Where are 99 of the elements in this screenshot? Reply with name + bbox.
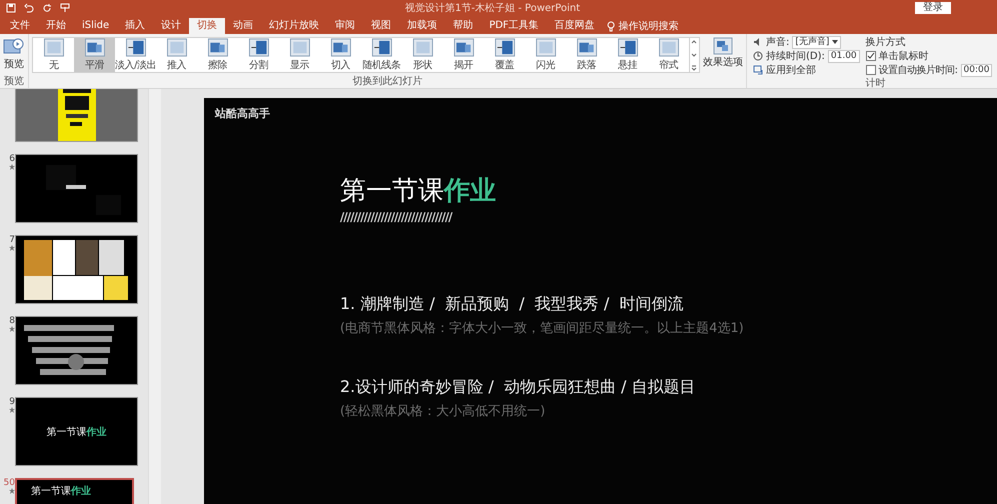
assignment-topic: 2.设计师的奇妙冒险 / 动物乐园狂想曲 / 自拟题目: [340, 377, 696, 398]
transition-icon: [84, 38, 106, 57]
redo-icon[interactable]: [42, 3, 52, 13]
transition-icon: [166, 38, 188, 57]
scrollbar[interactable]: [148, 89, 161, 504]
scroll-down-icon[interactable]: [690, 51, 698, 59]
transition-icon: [658, 38, 680, 57]
checkbox-label: 单击鼠标时: [878, 50, 929, 63]
ribbon-tab[interactable]: 文件: [2, 18, 38, 34]
clock-icon: [753, 51, 763, 61]
transition-option[interactable]: 无: [33, 38, 74, 72]
transition-icon: [124, 38, 146, 57]
ribbon-tab[interactable]: 幻灯片放映: [261, 18, 328, 34]
time-field[interactable]: 00:00: [960, 64, 992, 76]
ribbon-tab[interactable]: iSlide: [74, 18, 118, 34]
login-button[interactable]: 登录: [915, 2, 951, 14]
transition-icon: [534, 38, 556, 57]
transition-option[interactable]: 揭开: [443, 38, 484, 72]
star-icon: [9, 407, 15, 413]
slash-rule: /////////////////////////////////: [340, 210, 454, 224]
transition-icon: [370, 38, 392, 57]
star-icon: [9, 326, 15, 332]
ribbon-tab[interactable]: 帮助: [445, 18, 482, 34]
transition-icon: [616, 38, 638, 57]
slide-title: 第一节课作业: [46, 426, 106, 438]
save-icon[interactable]: [6, 3, 16, 13]
star-icon: [9, 488, 15, 494]
transition-option[interactable]: 分割: [238, 38, 279, 72]
ribbon-tab[interactable]: 开始: [38, 18, 74, 34]
transition-option[interactable]: 覆盖: [484, 38, 525, 72]
transition-option[interactable]: 随机线条: [361, 38, 402, 72]
ribbon-tab[interactable]: 动画: [225, 18, 262, 34]
transition-option[interactable]: 帘式: [648, 38, 689, 72]
brand-label: 站酷高高手: [215, 106, 271, 121]
ribbon-tab[interactable]: 百度网盘: [546, 18, 603, 34]
checkbox[interactable]: [866, 51, 876, 61]
group-label: 切换到此幻灯片: [352, 76, 424, 88]
star-icon: [9, 245, 15, 251]
ribbon-tab[interactable]: 切换: [189, 18, 226, 34]
ribbon-tab[interactable]: 视图: [363, 18, 400, 34]
star-icon: [9, 164, 15, 170]
slide-title: 第一节课作业: [31, 484, 91, 498]
slide-number: 9: [9, 397, 15, 407]
slide-thumbnail[interactable]: 第一节课作业: [15, 478, 134, 504]
transition-icon: [330, 38, 352, 57]
transition-icon: [412, 38, 434, 57]
transition-icon: [42, 38, 64, 57]
transition-option[interactable]: 平滑: [74, 38, 115, 72]
ribbon-tab[interactable]: 审阅: [327, 18, 364, 34]
touch-mode-icon[interactable]: [60, 3, 70, 13]
window-title: 视觉设计第1节-木松子姐 - PowerPoint: [404, 2, 581, 15]
effect-options-button[interactable]: 效果选项: [700, 37, 746, 69]
sound-dropdown[interactable]: [无声音]: [792, 36, 842, 48]
duration-field[interactable]: 01.00: [828, 50, 860, 62]
slide-title: 第一节课作业: [340, 175, 497, 208]
transition-option[interactable]: 悬挂: [607, 38, 648, 72]
transition-icon: [248, 38, 270, 57]
transition-option[interactable]: 形状: [402, 38, 443, 72]
transition-option[interactable]: 跌落: [566, 38, 607, 72]
scroll-up-icon[interactable]: [690, 38, 698, 46]
transition-option[interactable]: 推入: [156, 38, 197, 72]
group-label: 预览: [3, 76, 25, 88]
apply-all-icon: [753, 65, 763, 75]
slide-thumbnail[interactable]: 第一节课作业: [15, 397, 138, 466]
advance-heading: 换片方式: [866, 36, 907, 48]
transition-icon: [288, 38, 310, 57]
transition-icon: [494, 38, 516, 57]
more-icon[interactable]: [690, 64, 698, 72]
assignment-note: (电商节黑体风格：字体大小一致，笔画间距尽量统一。以上主题4选1): [340, 320, 745, 337]
transition-icon: [206, 38, 228, 57]
apply-to-all-button[interactable]: 应用到全部: [753, 64, 860, 76]
ribbon-tab[interactable]: PDF工具集: [481, 18, 547, 34]
assignment-topic: 1. 潮牌制造 / 新品预购 / 我型我秀 / 时间倒流: [340, 294, 684, 315]
checkbox[interactable]: [866, 65, 876, 75]
undo-icon[interactable]: [24, 3, 34, 13]
ribbon-tab[interactable]: 插入: [117, 18, 154, 34]
slide-number: 8: [9, 316, 15, 326]
checkbox-label: 设置自动换片时间:: [878, 64, 958, 77]
transition-icon: [452, 38, 474, 57]
transition-icon: [576, 38, 598, 57]
transition-option[interactable]: 闪光: [525, 38, 566, 72]
sound-label: 声音:: [766, 36, 790, 49]
lightbulb-icon: [606, 20, 615, 32]
slide-number: 50: [4, 478, 15, 488]
ribbon-tab[interactable]: 设计: [153, 18, 190, 34]
transition-option[interactable]: 显示: [279, 38, 320, 72]
transition-option[interactable]: 淡入/淡出: [115, 38, 156, 72]
ribbon-tab[interactable]: 加载项: [399, 18, 446, 34]
tell-me-search[interactable]: 操作说明搜索: [618, 19, 679, 33]
assignment-note: (轻松黑体风格：大小高低不用统一): [340, 403, 546, 420]
preview-button[interactable]: 预览: [0, 37, 28, 71]
effect-options-icon: [713, 37, 733, 55]
duration-label: 持续时间(D):: [766, 50, 825, 63]
group-label: 计时: [866, 78, 887, 90]
slide-number: 6: [9, 154, 15, 164]
slide-number: 7: [9, 235, 15, 245]
transition-option[interactable]: 擦除: [197, 38, 238, 72]
dropdown-caret-icon: [832, 40, 838, 44]
transition-option[interactable]: 切入: [320, 38, 361, 72]
